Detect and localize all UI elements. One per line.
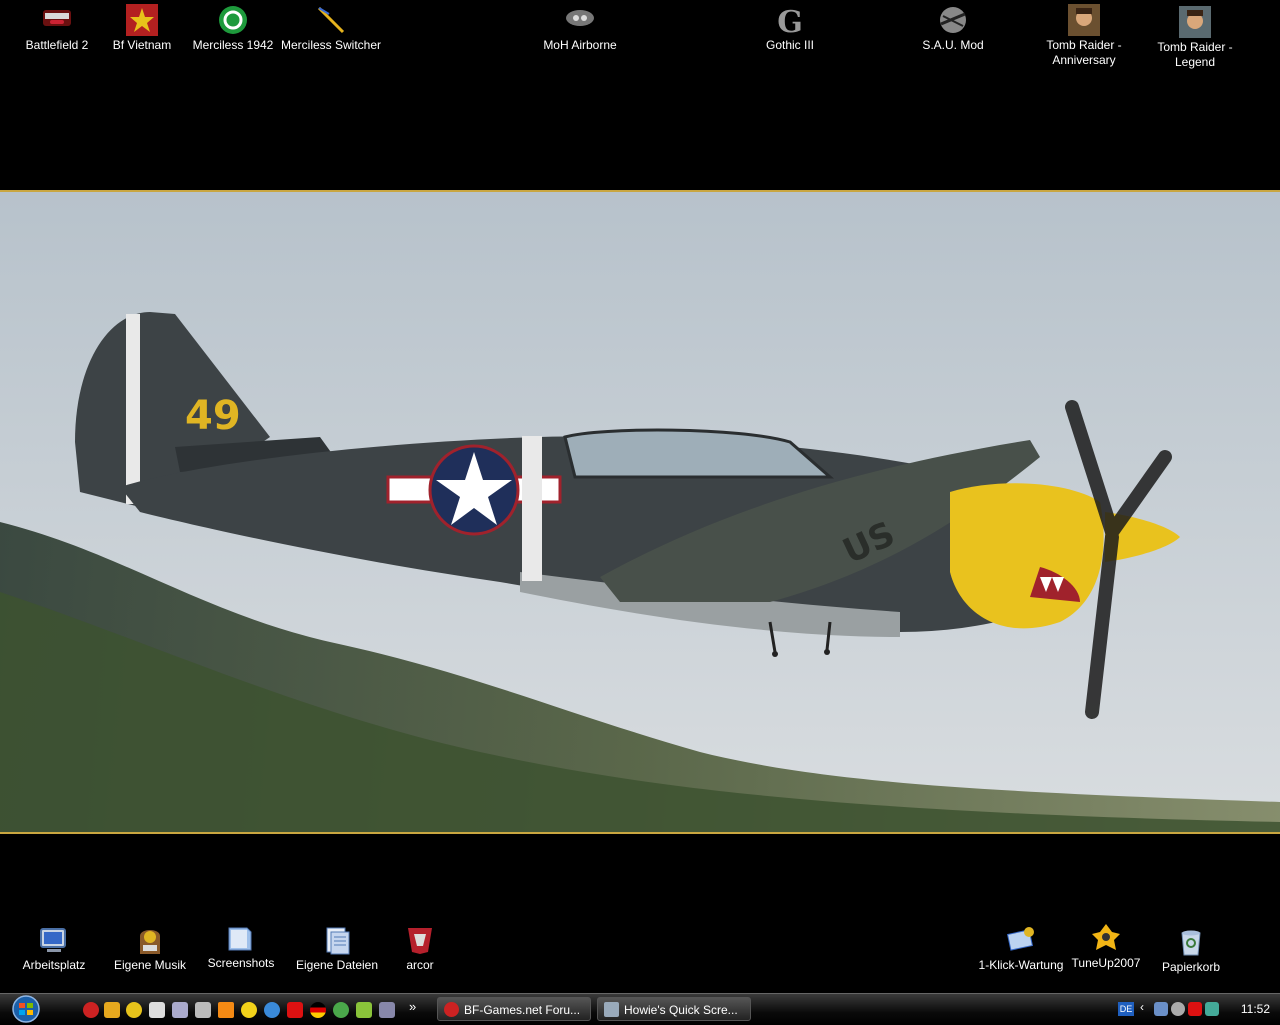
sau-mod-icon xyxy=(940,7,966,33)
quicklaunch-smiley-icon[interactable] xyxy=(241,1002,257,1018)
documents-icon xyxy=(326,927,350,955)
aircraft-number: 49 xyxy=(185,393,241,439)
wallpaper: 49 US xyxy=(0,190,1280,834)
quicklaunch-clapper-icon[interactable] xyxy=(195,1002,211,1018)
desktop-icon-label: TuneUp2007 xyxy=(1071,956,1141,970)
merciless-switcher-icon xyxy=(317,6,345,34)
quicklaunch-gear-icon[interactable] xyxy=(333,1002,349,1018)
browser-icon xyxy=(444,1002,459,1017)
desktop-icon-label: Tomb Raider - Anniversary xyxy=(1046,38,1122,67)
taskbar-task-label: BF-Games.net Foru... xyxy=(464,1003,581,1017)
desktop-icon-bf-vietnam[interactable]: Bf Vietnam xyxy=(97,4,187,53)
svg-text:G: G xyxy=(777,5,803,36)
battlefield2-icon xyxy=(43,10,71,26)
desktop-icon-label: Tomb Raider - Legend xyxy=(1157,40,1233,69)
desktop-icon-gothic-iii[interactable]: G Gothic III xyxy=(745,4,835,53)
desktop-icon-merciless-1942[interactable]: Merciless 1942 xyxy=(188,4,278,53)
tuneup-icon xyxy=(1092,924,1120,950)
desktop-icon-label: Bf Vietnam xyxy=(112,38,172,52)
quicklaunch-headphones-icon[interactable] xyxy=(379,1002,395,1018)
merciless-1942-icon xyxy=(219,6,247,34)
desktop-icon-label: 1-Klick-Wartung xyxy=(978,958,1064,972)
desktop-icon-label: Merciless 1942 xyxy=(192,38,274,52)
system-tray: DE ‹ 11:52 xyxy=(1114,996,1280,1023)
taskbar-task-bf-games[interactable]: BF-Games.net Foru... xyxy=(437,997,591,1021)
bf-vietnam-star-icon xyxy=(126,4,158,36)
desktop-icon-1-klick-wartung[interactable]: 1-Klick-Wartung xyxy=(976,924,1066,973)
desktop-icon-label: Arbeitsplatz xyxy=(22,958,86,972)
quicklaunch-antivir-icon[interactable] xyxy=(287,1002,303,1018)
tray-expand-icon[interactable]: ‹ xyxy=(1140,1000,1144,1014)
quicklaunch-sparkle-icon[interactable] xyxy=(126,1002,142,1018)
folder-icon xyxy=(228,927,252,951)
moh-airborne-icon xyxy=(566,10,594,26)
desktop-icon-label: Eigene Dateien xyxy=(295,958,379,972)
desktop-icon-moh-airborne[interactable]: MoH Airborne xyxy=(535,4,625,53)
desktop-icon-sau-mod[interactable]: S.A.U. Mod xyxy=(908,4,998,53)
quicklaunch-desktop-icon[interactable] xyxy=(172,1002,188,1018)
quicklaunch-vlc-icon[interactable] xyxy=(218,1002,234,1018)
screenshot-tool-icon xyxy=(604,1002,619,1017)
computer-icon xyxy=(40,928,66,952)
desktop-icon-tomb-raider-anniversary[interactable]: Tomb Raider - Anniversary xyxy=(1039,4,1129,68)
maintenance-icon xyxy=(1006,927,1034,951)
taskbar-task-howies-quick-screenshot[interactable]: Howie's Quick Scre... xyxy=(597,997,751,1021)
tomb-raider-anniversary-icon xyxy=(1068,4,1100,36)
desktop-icon-label: Papierkorb xyxy=(1161,960,1221,974)
quicklaunch-leaf-icon[interactable] xyxy=(356,1002,372,1018)
tray-antivir-icon[interactable] xyxy=(1188,1002,1202,1016)
language-indicator[interactable]: DE xyxy=(1118,1002,1134,1016)
quicklaunch-overflow-button[interactable]: » xyxy=(409,999,416,1014)
taskbar: » BF-Games.net Foru... Howie's Quick Scr… xyxy=(0,993,1280,1025)
quicklaunch-window-icon[interactable] xyxy=(149,1002,165,1018)
quicklaunch-pencil-icon[interactable] xyxy=(104,1002,120,1018)
desktop-icon-label: S.A.U. Mod xyxy=(922,38,984,52)
tomb-raider-legend-icon xyxy=(1179,6,1211,38)
desktop-icon-label: Battlefield 2 xyxy=(25,38,89,52)
desktop-icon-label: Merciless Switcher xyxy=(280,38,382,52)
desktop-icon-label: Gothic III xyxy=(765,38,815,52)
wallpaper-image: 49 US xyxy=(0,192,1280,832)
gothic-iii-icon: G xyxy=(777,5,803,36)
desktop-icon-arcor[interactable]: arcor xyxy=(375,924,465,973)
tray-monitor-icon[interactable] xyxy=(1205,1002,1219,1016)
start-orb-icon[interactable] xyxy=(6,994,46,1025)
desktop-icon-label: Eigene Musik xyxy=(113,958,187,972)
jukebox-icon xyxy=(140,930,160,954)
desktop-icon-label: Screenshots xyxy=(207,956,275,970)
desktop-icon-label: arcor xyxy=(406,958,434,972)
desktop-icon-arbeitsplatz[interactable]: Arbeitsplatz xyxy=(9,924,99,973)
tray-volume-icon[interactable] xyxy=(1171,1002,1185,1016)
tray-network-icon[interactable] xyxy=(1154,1002,1168,1016)
desktop-icon-tomb-raider-legend[interactable]: Tomb Raider - Legend xyxy=(1150,6,1240,70)
quicklaunch-opera-icon[interactable] xyxy=(83,1002,99,1018)
taskbar-task-label: Howie's Quick Scre... xyxy=(624,1003,738,1017)
clock[interactable]: 11:52 xyxy=(1241,1002,1270,1016)
desktop-icon-eigene-musik[interactable]: Eigene Musik xyxy=(105,924,195,973)
arcor-icon xyxy=(408,928,432,954)
recycle-bin-icon xyxy=(1181,930,1201,956)
desktop-icon-label: MoH Airborne xyxy=(543,38,617,52)
quicklaunch-search-icon[interactable] xyxy=(264,1002,280,1018)
desktop-icon-merciless-switcher[interactable]: Merciless Switcher xyxy=(276,4,386,53)
desktop-icon-battlefield2[interactable]: Battlefield 2 xyxy=(12,4,102,53)
desktop-icon-papierkorb[interactable]: Papierkorb xyxy=(1146,926,1236,975)
desktop-icon-tuneup2007[interactable]: TuneUp2007 xyxy=(1061,922,1151,971)
desktop-icon-eigene-dateien[interactable]: Eigene Dateien xyxy=(292,924,382,973)
quicklaunch-germany-icon[interactable] xyxy=(310,1002,326,1018)
desktop-icon-screenshots[interactable]: Screenshots xyxy=(196,922,286,971)
